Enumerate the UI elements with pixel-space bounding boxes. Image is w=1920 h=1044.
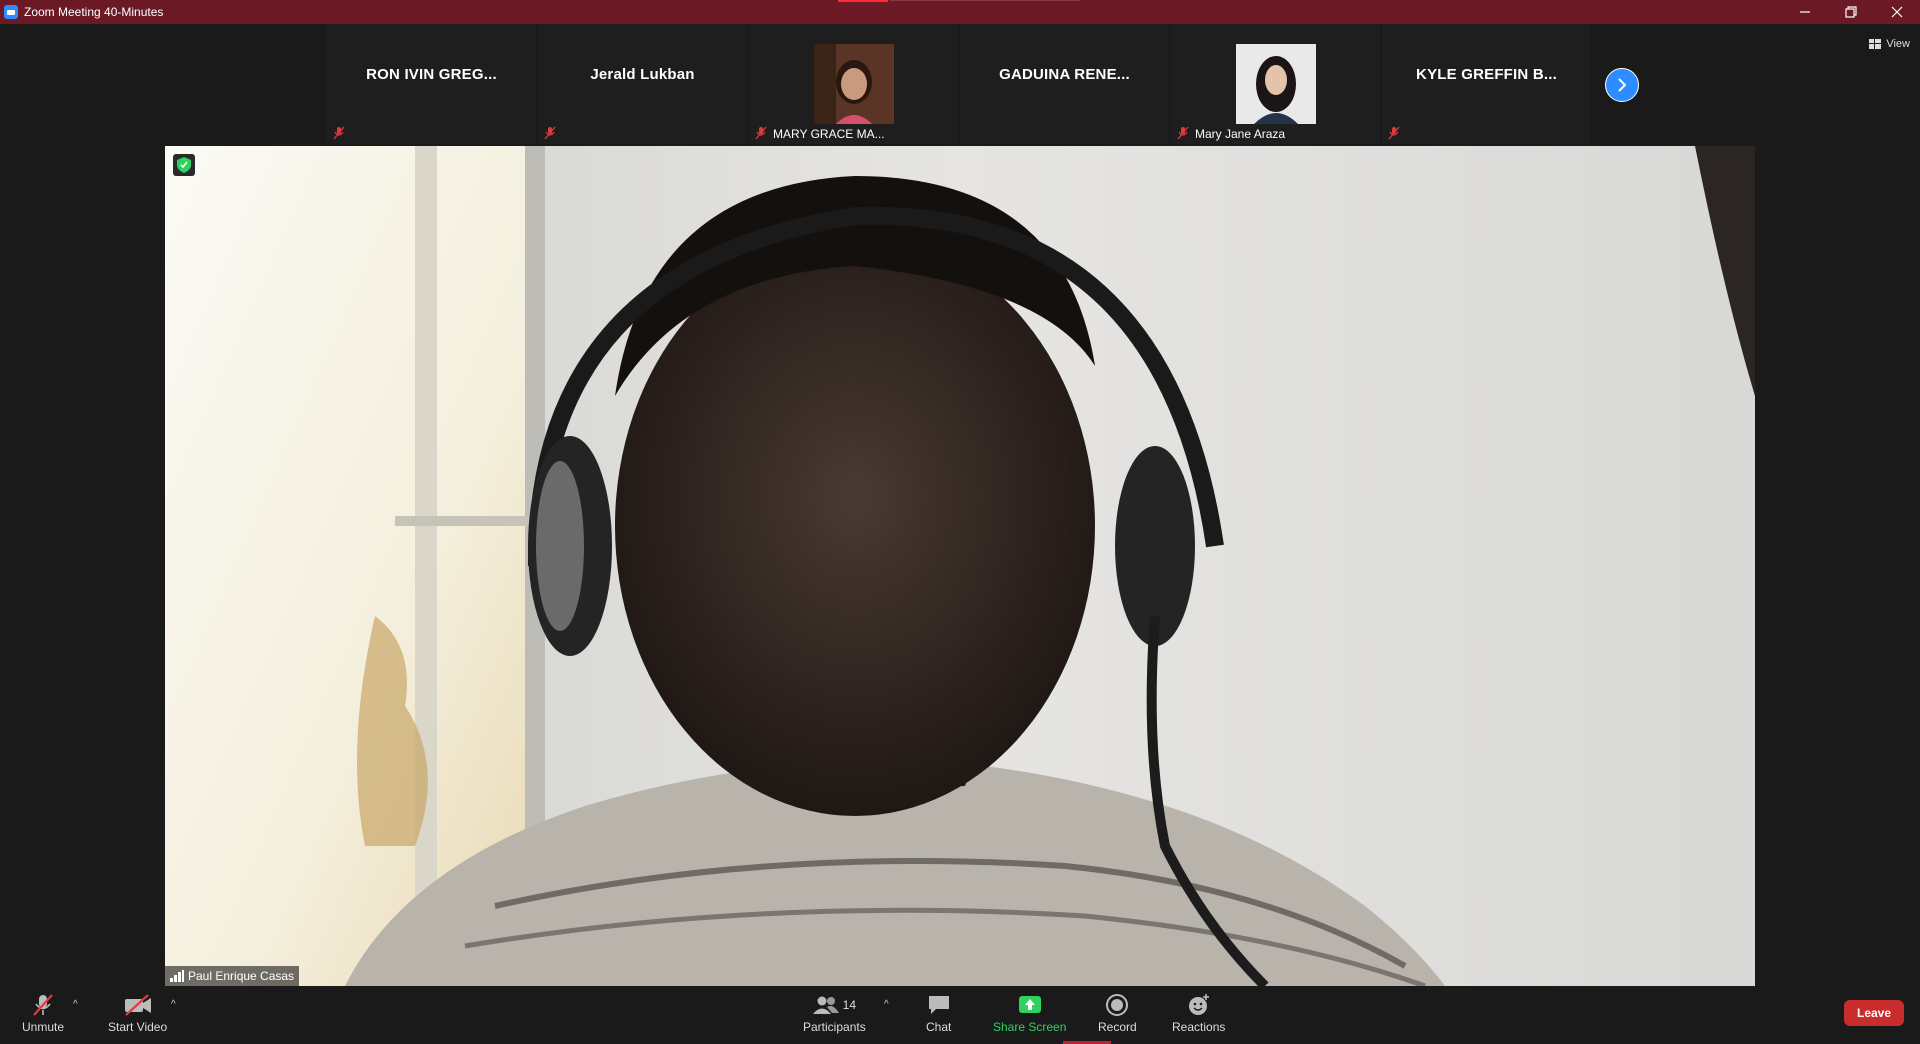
muted-mic-icon — [33, 994, 53, 1016]
share-screen-label: Share Screen — [993, 1020, 1067, 1034]
title-accent — [838, 0, 888, 2]
video-options-chevron-icon[interactable]: ^ — [171, 999, 176, 1010]
participant-video — [1235, 44, 1316, 124]
view-label: View — [1886, 38, 1910, 50]
restore-icon — [1845, 6, 1857, 18]
participant-tile[interactable]: Mary Jane Araza — [1171, 24, 1380, 144]
participants-icon — [812, 996, 839, 1014]
participant-label: MARY GRACE MA... — [773, 127, 885, 141]
reactions-icon — [1188, 994, 1209, 1015]
share-screen-icon — [1018, 996, 1041, 1013]
window-controls — [1782, 0, 1920, 24]
close-icon — [1891, 6, 1903, 18]
close-button[interactable] — [1874, 0, 1920, 24]
participant-name: KYLE GREFFIN B... — [1416, 65, 1557, 83]
participant-tile[interactable]: Jerald Lukban — [538, 24, 747, 144]
meeting-toolbar: Unmute ^ Start Video ^ 14 Participants ^ — [0, 988, 1920, 1044]
participant-name: GADUINA RENE... — [999, 65, 1130, 83]
chevron-right-icon — [1618, 78, 1627, 92]
zoom-app-icon — [4, 5, 18, 19]
participant-video — [813, 44, 894, 124]
encryption-shield-icon[interactable] — [173, 154, 195, 176]
video-off-icon — [124, 994, 151, 1016]
title-bar: Zoom Meeting 40-Minutes — [0, 0, 1920, 24]
start-video-label: Start Video — [108, 1020, 168, 1034]
speaker-name: Paul Enrique Casas — [188, 969, 295, 983]
grid-view-icon — [1869, 39, 1882, 49]
muted-mic-icon — [755, 126, 767, 140]
audio-options-chevron-icon[interactable]: ^ — [73, 999, 78, 1010]
muted-mic-icon — [333, 126, 345, 140]
record-icon — [1106, 994, 1129, 1016]
restore-button[interactable] — [1828, 0, 1874, 24]
reactions-label: Reactions — [1172, 1020, 1226, 1034]
muted-mic-icon — [1388, 126, 1400, 140]
muted-mic-icon — [1177, 126, 1189, 140]
participant-tile[interactable]: KYLE GREFFIN B... — [1382, 24, 1591, 144]
unmute-button[interactable]: Unmute — [22, 992, 64, 1034]
participants-options-chevron-icon[interactable]: ^ — [884, 999, 889, 1010]
participant-tile[interactable]: GADUINA RENE... — [960, 24, 1169, 144]
record-button[interactable]: Record — [1098, 992, 1137, 1034]
share-screen-button[interactable]: Share Screen — [993, 992, 1066, 1034]
chat-icon — [928, 996, 949, 1014]
record-label: Record — [1098, 1020, 1137, 1034]
participants-button[interactable]: 14 Participants — [803, 992, 866, 1034]
speaker-name-tag: Paul Enrique Casas — [165, 966, 300, 986]
participant-label: Mary Jane Araza — [1195, 127, 1286, 141]
view-button[interactable]: View — [1869, 34, 1910, 54]
participants-label: Participants — [803, 1020, 866, 1034]
window-title: Zoom Meeting 40-Minutes — [24, 5, 164, 19]
chat-button[interactable]: Chat — [926, 992, 951, 1034]
unmute-label: Unmute — [22, 1020, 65, 1034]
speaker-video-frame — [165, 146, 1755, 986]
participants-count: 14 — [842, 998, 857, 1012]
leave-button[interactable]: Leave — [1844, 1000, 1904, 1026]
active-speaker-video[interactable]: Paul Enrique Casas — [165, 146, 1755, 986]
participant-name: Jerald Lukban — [590, 65, 695, 83]
participant-tile[interactable]: MARY GRACE MA... — [749, 24, 958, 144]
minimize-button[interactable] — [1782, 0, 1828, 24]
title-accent-line — [890, 0, 1080, 1]
next-page-button[interactable] — [1605, 68, 1639, 102]
signal-strength-icon — [170, 970, 184, 982]
reactions-button[interactable]: Reactions — [1172, 992, 1225, 1034]
participant-name: RON IVIN GREG... — [366, 65, 497, 83]
muted-mic-icon — [544, 126, 556, 140]
participant-tile[interactable]: RON IVIN GREG... — [327, 24, 536, 144]
minimize-icon — [1800, 11, 1810, 13]
chat-label: Chat — [926, 1020, 952, 1034]
start-video-button[interactable]: Start Video — [108, 992, 167, 1034]
participant-strip: RON IVIN GREG... Jerald Lukban MARY GRAC… — [327, 24, 1592, 144]
